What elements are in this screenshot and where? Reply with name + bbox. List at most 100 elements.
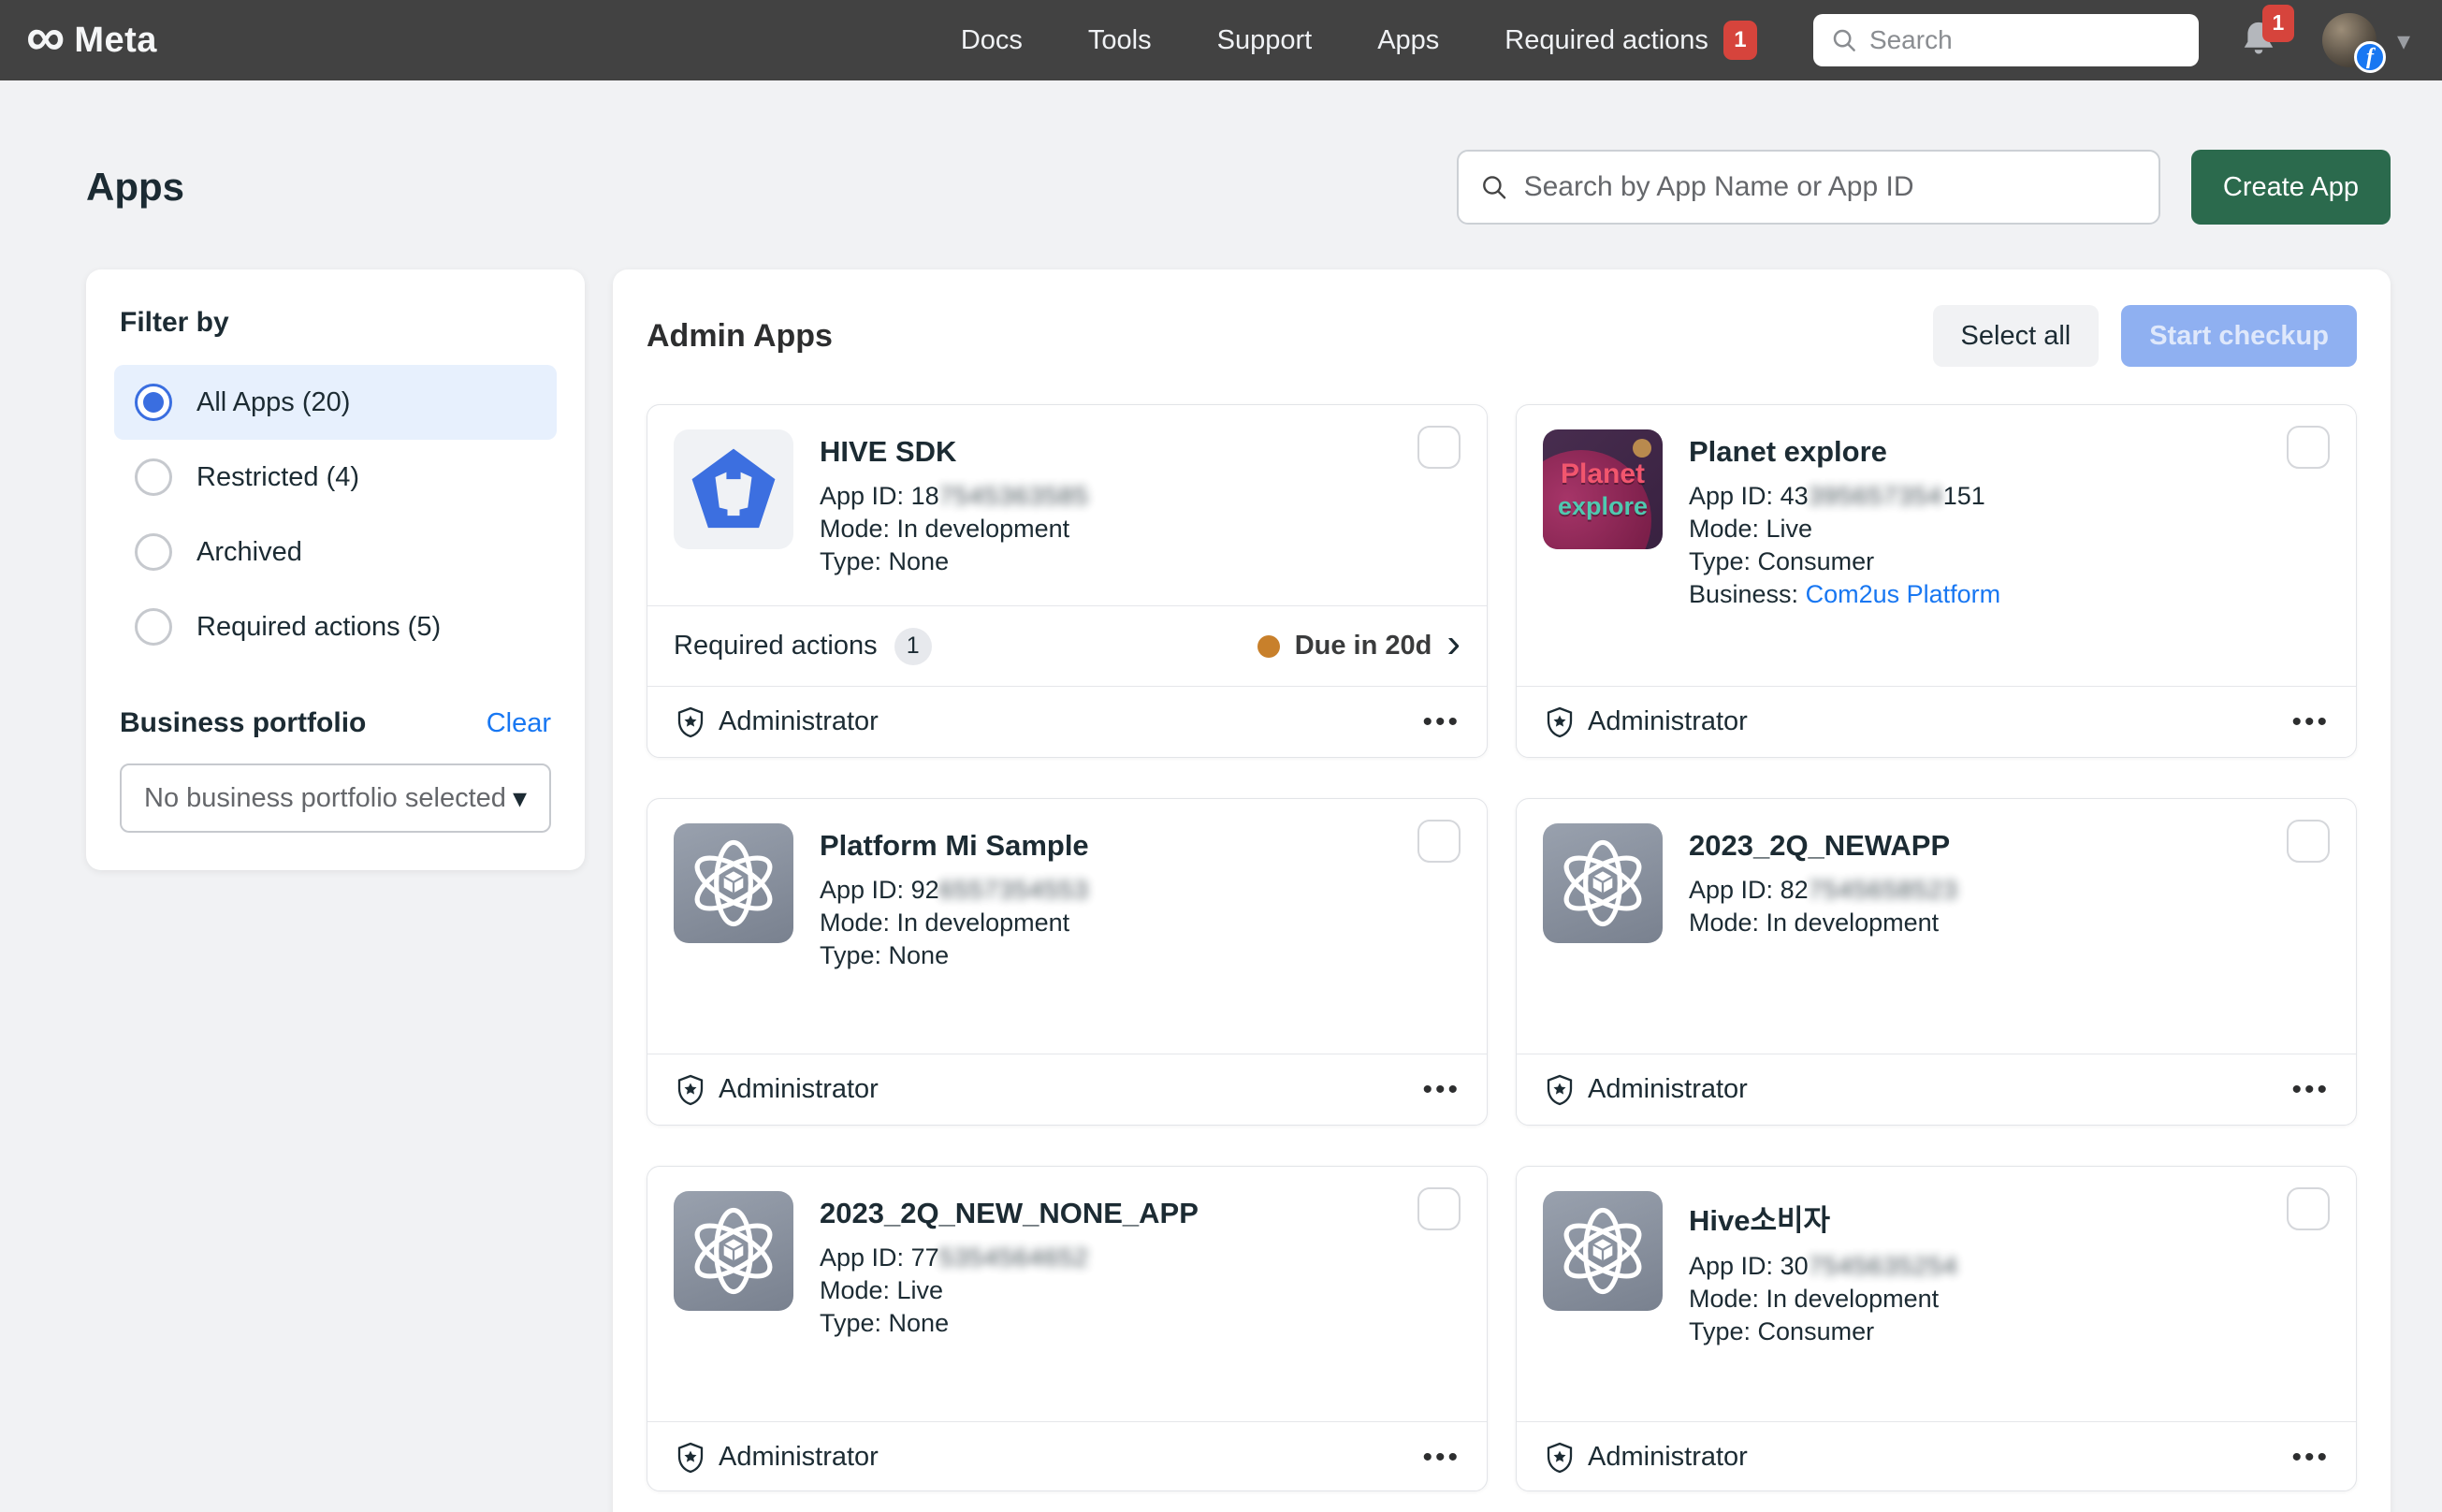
admin-apps-panel: Admin Apps Select all Start checkup bbox=[613, 269, 2391, 1512]
account-menu[interactable]: f bbox=[2322, 13, 2377, 67]
filter-option-all-apps[interactable]: All Apps (20) bbox=[114, 365, 557, 440]
required-actions-row[interactable]: Required actions 1 Due in 20d › bbox=[647, 605, 1487, 686]
app-id-redacted: 5354564652 bbox=[939, 1243, 1089, 1272]
business-portfolio-select[interactable]: No business portfolio selected ▾ bbox=[120, 763, 551, 833]
app-select-checkbox[interactable] bbox=[1417, 820, 1461, 863]
nav-docs[interactable]: Docs bbox=[961, 25, 1023, 56]
app-cards-grid: HIVE SDK App ID: 187545363585 Mode: In d… bbox=[647, 404, 2357, 1491]
atom-icon bbox=[1551, 832, 1654, 935]
default-app-icon bbox=[1543, 1191, 1663, 1311]
app-mode-line: Mode: In development bbox=[1689, 1283, 1958, 1316]
facebook-badge-icon: f bbox=[2354, 41, 2386, 73]
app-id-redacted: 7545658523 bbox=[1809, 876, 1958, 904]
global-search[interactable] bbox=[1813, 14, 2199, 66]
app-name: Hive소비자 bbox=[1689, 1197, 1958, 1239]
app-card-platform-mi-sample: Platform Mi Sample App ID: 926557354553 … bbox=[647, 798, 1488, 1126]
role-label: Administrator bbox=[1588, 1074, 1748, 1105]
clear-portfolio-link[interactable]: Clear bbox=[487, 708, 551, 739]
meta-logo[interactable]: ∞ Meta bbox=[26, 21, 157, 61]
app-select-checkbox[interactable] bbox=[1417, 426, 1461, 469]
app-business-line: Business: Com2us Platform bbox=[1689, 578, 2000, 611]
role-label: Administrator bbox=[719, 706, 879, 737]
card-menu-button[interactable]: ••• bbox=[2291, 1442, 2330, 1474]
radio-icon bbox=[135, 458, 172, 496]
nav-support[interactable]: Support bbox=[1217, 25, 1313, 56]
card-menu-button[interactable]: ••• bbox=[2291, 706, 2330, 738]
card-menu-button[interactable]: ••• bbox=[1422, 706, 1461, 738]
business-link[interactable]: Com2us Platform bbox=[1806, 580, 2001, 608]
due-status-dot-icon bbox=[1257, 635, 1280, 658]
business-portfolio-title: Business portfolio bbox=[120, 707, 366, 739]
app-card-2023-2q-new-none-app: 2023_2Q_NEW_NONE_APP App ID: 77535456465… bbox=[647, 1166, 1488, 1491]
start-checkup-button[interactable]: Start checkup bbox=[2121, 305, 2357, 367]
app-search[interactable] bbox=[1457, 150, 2160, 225]
card-menu-button[interactable]: ••• bbox=[2291, 1074, 2330, 1106]
search-icon bbox=[1830, 26, 1858, 54]
app-id-redacted: 6557354553 bbox=[939, 876, 1089, 904]
account-caret-icon[interactable]: ▾ bbox=[2397, 25, 2410, 56]
app-id-line: App ID: 307545635254 bbox=[1689, 1250, 1958, 1283]
nav-required-actions[interactable]: Required actions 1 bbox=[1504, 21, 1757, 60]
app-id-redacted: 7545635254 bbox=[1809, 1252, 1958, 1280]
radio-icon bbox=[135, 608, 172, 646]
meta-brand-text: Meta bbox=[74, 21, 157, 61]
app-select-checkbox[interactable] bbox=[2287, 1187, 2330, 1230]
due-text: Due in 20d bbox=[1295, 631, 1432, 662]
app-id-line: App ID: 187545363585 bbox=[820, 480, 1089, 513]
business-portfolio-header: Business portfolio Clear bbox=[120, 707, 551, 739]
admin-shield-star-icon bbox=[1543, 705, 1577, 739]
admin-shield-star-icon bbox=[674, 1441, 707, 1475]
role-label: Administrator bbox=[1588, 1442, 1748, 1473]
default-app-icon bbox=[674, 1191, 793, 1311]
app-card-2023-2q-newapp: 2023_2Q_NEWAPP App ID: 827545658523 Mode… bbox=[1516, 798, 2357, 1126]
page: Apps Create App Filter by All Apps (20) … bbox=[0, 150, 2442, 1512]
app-mode-line: Mode: Live bbox=[1689, 513, 2000, 545]
app-type-line: Type: None bbox=[820, 545, 1089, 578]
notifications-badge: 1 bbox=[2262, 5, 2294, 42]
filter-option-archived[interactable]: Archived bbox=[114, 515, 557, 589]
app-id-redacted: 395657354 bbox=[1809, 482, 1943, 510]
nav-links: Docs Tools Support Apps Required actions… bbox=[961, 21, 1757, 60]
select-all-button[interactable]: Select all bbox=[1933, 305, 2100, 367]
app-name: 2023_2Q_NEW_NONE_APP bbox=[820, 1197, 1199, 1230]
app-id-line: App ID: 827545658523 bbox=[1689, 874, 1958, 907]
atom-icon bbox=[1551, 1199, 1654, 1302]
card-menu-button[interactable]: ••• bbox=[1422, 1074, 1461, 1106]
app-select-checkbox[interactable] bbox=[1417, 1187, 1461, 1230]
hive-shield-icon bbox=[685, 441, 782, 538]
business-portfolio-value: No business portfolio selected bbox=[144, 783, 506, 814]
app-select-checkbox[interactable] bbox=[2287, 820, 2330, 863]
moon-graphic bbox=[1633, 439, 1651, 458]
filter-option-restricted[interactable]: Restricted (4) bbox=[114, 440, 557, 515]
create-app-button[interactable]: Create App bbox=[2191, 150, 2391, 225]
app-search-input[interactable] bbox=[1524, 171, 2138, 203]
nav-tools[interactable]: Tools bbox=[1088, 25, 1152, 56]
app-name: Platform Mi Sample bbox=[820, 829, 1089, 863]
filter-option-label: Archived bbox=[196, 537, 302, 568]
app-mode-line: Mode: In development bbox=[820, 907, 1089, 939]
top-navbar: ∞ Meta Docs Tools Support Apps Required … bbox=[0, 0, 2442, 80]
page-title: Apps bbox=[86, 165, 184, 210]
global-search-input[interactable] bbox=[1869, 25, 2182, 55]
filter-option-required-actions[interactable]: Required actions (5) bbox=[114, 589, 557, 664]
atom-icon bbox=[682, 832, 785, 935]
filter-option-label: All Apps (20) bbox=[196, 387, 350, 418]
admin-apps-header: Admin Apps Select all Start checkup bbox=[647, 305, 2357, 367]
app-type-line: Type: None bbox=[820, 939, 1089, 972]
card-footer: Administrator ••• bbox=[1517, 686, 2356, 757]
nav-required-actions-label: Required actions bbox=[1504, 25, 1708, 56]
app-mode-line: Mode: Live bbox=[820, 1274, 1199, 1307]
admin-shield-star-icon bbox=[1543, 1441, 1577, 1475]
card-footer: Administrator ••• bbox=[1517, 1421, 2356, 1491]
chevron-right-icon: › bbox=[1446, 632, 1461, 655]
card-footer: Administrator ••• bbox=[647, 1421, 1487, 1491]
radio-checked-icon bbox=[135, 384, 172, 421]
app-id-line: App ID: 775354564652 bbox=[820, 1242, 1199, 1274]
card-footer: Administrator ••• bbox=[647, 1054, 1487, 1125]
admin-shield-star-icon bbox=[674, 1073, 707, 1107]
notifications-button[interactable]: 1 bbox=[2238, 18, 2279, 64]
nav-apps[interactable]: Apps bbox=[1377, 25, 1439, 56]
default-app-icon bbox=[674, 823, 793, 943]
card-menu-button[interactable]: ••• bbox=[1422, 1442, 1461, 1474]
app-select-checkbox[interactable] bbox=[2287, 426, 2330, 469]
